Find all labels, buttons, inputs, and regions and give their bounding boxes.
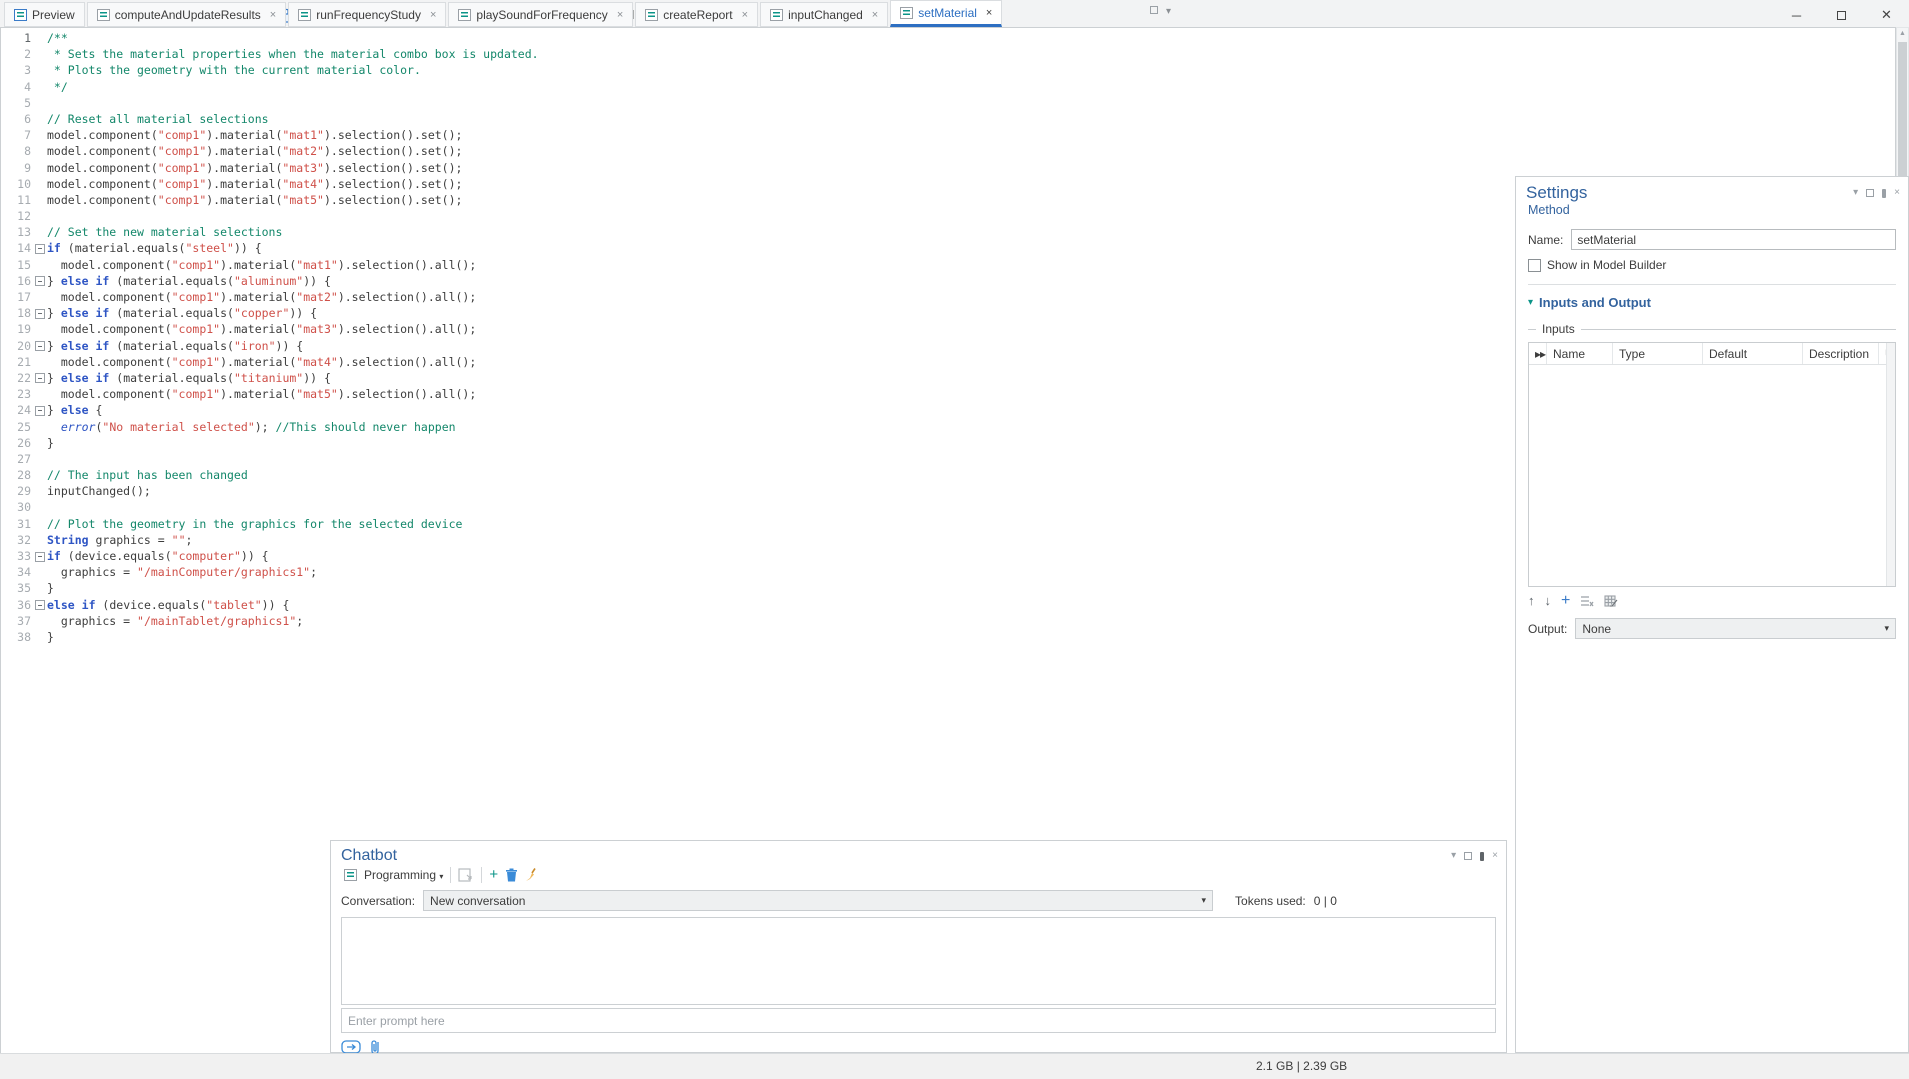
move-down-icon[interactable]: ↓ (1545, 593, 1552, 608)
send-prompt-button[interactable] (341, 1040, 361, 1054)
float-editor-icon[interactable] (1150, 6, 1158, 14)
close-tab-icon[interactable]: × (617, 9, 623, 21)
pin-icon[interactable] (1882, 189, 1886, 198)
method-icon (770, 9, 783, 21)
minimize-button[interactable]: ─ (1774, 0, 1819, 30)
method-editor: Preview computeAndUpdateResults× runFreq… (0, 0, 1177, 656)
panel-menu-icon[interactable]: ▾ (1853, 188, 1858, 198)
editor-tab-strip: Preview computeAndUpdateResults× runFreq… (0, 0, 1177, 27)
tab-preview[interactable]: Preview (4, 2, 85, 27)
inputs-and-output-section-header[interactable]: ▾ Inputs and Output (1528, 295, 1896, 310)
inputs-legend: Inputs (1542, 322, 1575, 336)
output-select[interactable]: None▾ (1575, 618, 1896, 639)
chatbot-toolbar: Programming ▾ + (331, 865, 1506, 887)
code-line: 5 (1, 95, 1895, 111)
tab-createreport[interactable]: createReport× (635, 2, 758, 27)
method-icon (458, 9, 471, 21)
method-icon (298, 9, 311, 21)
close-tab-icon[interactable]: × (742, 9, 748, 21)
float-panel-icon[interactable] (1464, 852, 1472, 860)
preview-icon (14, 9, 27, 21)
scroll-up-icon[interactable]: ▲ (1897, 30, 1908, 37)
chatbot-panel: Chatbot ▾ × Programming ▾ + Conversation:… (330, 840, 1507, 1053)
mode-select[interactable]: Programming ▾ (364, 868, 443, 882)
code-line: 7model.component("comp1").material("mat1… (1, 127, 1895, 143)
table-scrollbar[interactable] (1886, 343, 1895, 586)
method-name-input[interactable] (1571, 229, 1896, 250)
code-line: 3 * Plots the geometry with the current … (1, 62, 1895, 78)
close-tab-icon[interactable]: × (430, 9, 436, 21)
name-label: Name: (1528, 233, 1563, 247)
code-line: 1/** (1, 30, 1895, 46)
show-in-model-builder-label: Show in Model Builder (1547, 258, 1666, 272)
method-icon (645, 9, 658, 21)
delete-input-icon[interactable] (1580, 595, 1594, 607)
row-marker-icon: ▸▸ (1529, 343, 1547, 364)
pin-icon[interactable] (1480, 852, 1484, 861)
column-header-type: Type (1613, 343, 1703, 364)
clear-conversation-broom-icon[interactable] (525, 868, 539, 882)
column-header-description: Description (1803, 343, 1879, 364)
close-button[interactable]: ✕ (1864, 0, 1909, 30)
panel-menu-icon[interactable]: ▾ (1451, 851, 1456, 861)
inputs-table[interactable]: ▸▸ Name Type Default Description Un (1528, 342, 1896, 587)
code-line: 8model.component("comp1").material("mat2… (1, 143, 1895, 159)
close-panel-icon[interactable]: × (1492, 851, 1498, 861)
editor-menu-icon[interactable]: ▾ (1166, 6, 1171, 17)
inputs-table-toolbar: ↑ ↓ + (1528, 593, 1896, 608)
close-tab-icon[interactable]: × (986, 7, 992, 19)
tab-runfrequencystudy[interactable]: runFrequencyStudy× (288, 2, 446, 27)
settings-subtitle: Method (1516, 203, 1908, 217)
conversation-select[interactable]: New conversation▾ (423, 890, 1213, 911)
close-panel-icon[interactable]: × (1894, 188, 1900, 198)
code-line: 6// Reset all material selections (1, 111, 1895, 127)
delete-conversation-icon[interactable] (505, 868, 518, 882)
column-header-name: Name (1547, 343, 1613, 364)
programming-mode-icon (344, 869, 357, 881)
code-line: 2 * Sets the material properties when th… (1, 46, 1895, 62)
new-conversation-icon[interactable]: + (489, 869, 498, 881)
maximize-button[interactable] (1819, 0, 1864, 30)
float-panel-icon[interactable] (1866, 189, 1874, 197)
close-tab-icon[interactable]: × (872, 9, 878, 21)
code-line: 4 */ (1, 79, 1895, 95)
tab-setmaterial[interactable]: setMaterial× (890, 0, 1002, 27)
settings-panel: Settings ▾ × Method Name: Show in Model B… (1515, 176, 1909, 1053)
tokens-used-label: Tokens used: (1235, 894, 1306, 908)
status-bar: 2.1 GB | 2.39 GB (0, 1053, 1909, 1079)
tab-playsoundforfrequency[interactable]: playSoundForFrequency× (448, 2, 633, 27)
memory-usage: 2.1 GB | 2.39 GB (1256, 1059, 1347, 1073)
tab-inputchanged[interactable]: inputChanged× (760, 2, 888, 27)
method-icon (97, 9, 110, 21)
close-tab-icon[interactable]: × (270, 9, 276, 21)
move-up-icon[interactable]: ↑ (1528, 593, 1535, 608)
code-line: 9model.component("comp1").material("mat3… (1, 160, 1895, 176)
chevron-down-icon: ▾ (1528, 297, 1533, 308)
chatbot-title: Chatbot (341, 847, 397, 865)
output-label: Output: (1528, 622, 1567, 636)
conversation-label: Conversation: (341, 894, 415, 908)
tokens-used-value: 0 | 0 (1314, 894, 1337, 908)
edit-table-icon[interactable] (1604, 595, 1618, 607)
column-header-default: Default (1703, 343, 1803, 364)
insert-into-method-icon[interactable] (458, 868, 474, 882)
method-icon (900, 7, 913, 19)
add-input-icon[interactable]: + (1561, 595, 1570, 607)
tab-computeandupdateresults[interactable]: computeAndUpdateResults× (87, 2, 287, 27)
show-in-model-builder-checkbox[interactable] (1528, 259, 1541, 272)
chatbot-prompt-input[interactable] (342, 1014, 1495, 1028)
chatbot-response-area (341, 917, 1496, 1005)
settings-title: Settings (1526, 183, 1587, 203)
